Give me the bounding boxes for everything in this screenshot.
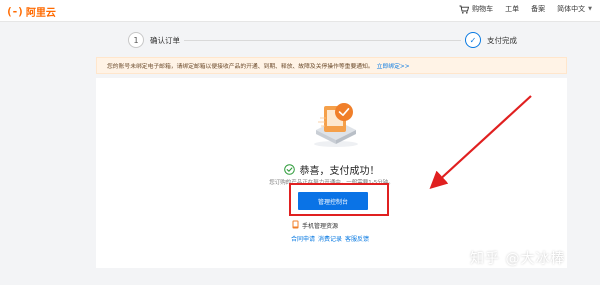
top-header: (-) 阿里云 购物车 工单 备案 简体中文 ▼ <box>0 0 600 22</box>
support-feedback-link[interactable]: 客服反馈 <box>345 234 369 243</box>
mobile-manage-link[interactable]: 手机管理资源 <box>292 220 338 231</box>
filing-link[interactable]: 备案 <box>531 4 545 14</box>
check-icon: ✓ <box>465 32 481 48</box>
step-label: 确认订单 <box>150 35 180 45</box>
zhihu-watermark: 知乎 @大冰棒 <box>470 251 566 267</box>
order-steps: 1 确认订单 ✓ 支付完成 <box>0 30 600 52</box>
check-circle-icon <box>283 160 295 179</box>
orders-link[interactable]: 工单 <box>505 4 519 14</box>
success-title: 恭喜，支付成功！ <box>299 166 380 177</box>
manage-console-button[interactable]: 管理控制台 <box>298 192 368 210</box>
step-connector <box>148 40 464 41</box>
cart-label: 购物车 <box>472 5 494 13</box>
cart-link[interactable]: 购物车 <box>459 4 493 14</box>
mobile-icon <box>292 220 299 231</box>
language-label: 简体中文 <box>557 5 586 13</box>
step-confirm-order: 1 确认订单 <box>124 32 184 48</box>
header-nav: 购物车 工单 备案 简体中文 ▼ <box>459 4 592 14</box>
notice-text: 您的账号未绑定电子邮箱，请绑定邮箱以便接收产品的开通、到期、释放、故障及关停操作… <box>107 64 374 70</box>
language-selector[interactable]: 简体中文 ▼ <box>557 4 592 14</box>
step-number: 1 <box>128 32 144 48</box>
chevron-down-icon: ▼ <box>588 6 592 12</box>
aliyun-logo[interactable]: (-) 阿里云 <box>6 3 56 19</box>
logo-text: 阿里云 <box>25 7 56 19</box>
cart-icon <box>459 5 470 14</box>
billing-record-link[interactable]: 消费记录 <box>318 234 342 243</box>
mobile-manage-label: 手机管理资源 <box>302 223 339 230</box>
success-message: 恭喜，支付成功！ <box>96 160 567 179</box>
contract-apply-link[interactable]: 合同申请 <box>291 234 315 243</box>
payment-result-card: 恭喜，支付成功！ 您订购的产品正在努力开通中，一般需要1-5分钟。 管理控制台 … <box>96 78 567 268</box>
step-label: 支付完成 <box>487 35 517 45</box>
footer-links: 合同申请 消费记录 客服反馈 <box>291 234 369 243</box>
logo-mark: (-) <box>6 4 24 18</box>
email-binding-notice: 您的账号未绑定电子邮箱，请绑定邮箱以便接收产品的开通、到期、释放、故障及关停操作… <box>96 57 567 74</box>
step-payment-complete: ✓ 支付完成 <box>461 32 521 48</box>
payment-success-illustration <box>306 100 366 148</box>
bind-email-link[interactable]: 立即绑定>> <box>377 61 410 70</box>
